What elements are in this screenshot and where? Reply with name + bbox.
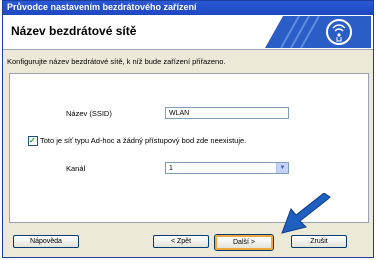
channel-value: 1	[169, 165, 173, 172]
ssid-label: Název (SSID)	[66, 109, 112, 118]
pointer-arrow-icon	[281, 193, 331, 234]
page-title: Název bezdrátové sítě	[11, 24, 137, 38]
header-banner: Název bezdrátové sítě	[3, 15, 373, 50]
channel-select[interactable]: 1 ▼	[165, 162, 289, 174]
window-title: Průvodce nastavením bezdrátového zařízen…	[7, 2, 197, 12]
back-button[interactable]: < Zpět	[153, 235, 209, 248]
channel-label: Kanál	[66, 164, 86, 173]
title-bar: Průvodce nastavením bezdrátového zařízen…	[3, 1, 373, 15]
help-button[interactable]: Nápověda	[13, 235, 79, 248]
next-button[interactable]: Další >	[215, 235, 273, 250]
chevron-down-icon[interactable]: ▼	[276, 163, 288, 173]
cancel-button[interactable]: Zrušit	[291, 235, 347, 248]
adhoc-checkbox[interactable]: ✓	[28, 136, 38, 146]
ssid-input[interactable]: WLAN	[165, 107, 289, 119]
description-text: Konfigurujte název bezdrátové sítě, k ní…	[7, 57, 226, 66]
check-icon: ✓	[29, 136, 36, 145]
wireless-signal-icon	[265, 16, 371, 48]
adhoc-label[interactable]: Toto je síť typu Ad-hoc a žádný přístupo…	[40, 136, 246, 145]
